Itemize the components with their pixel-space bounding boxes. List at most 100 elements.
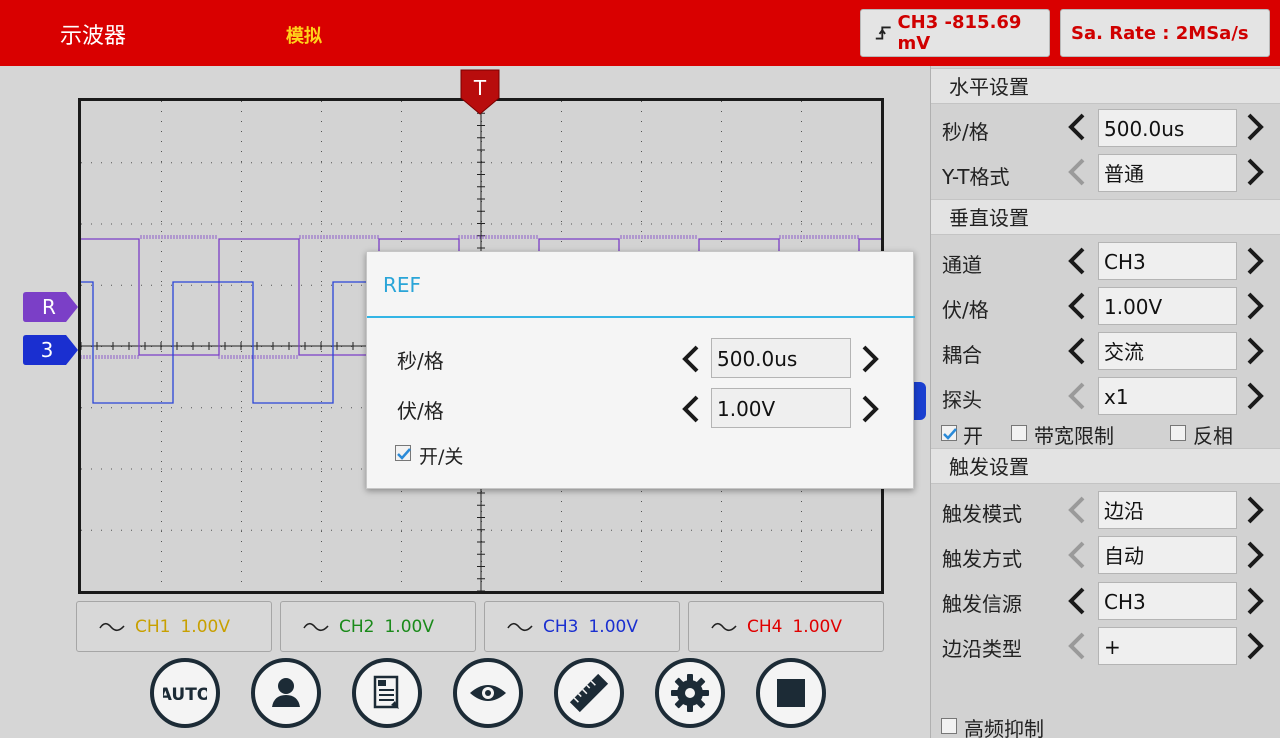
- ref-enable-checkbox[interactable]: [395, 445, 411, 461]
- invert-label: 反相: [1193, 424, 1233, 448]
- chevron-left-icon[interactable]: [1067, 496, 1087, 524]
- user-icon: [272, 678, 300, 707]
- coupling-value[interactable]: 交流: [1098, 332, 1237, 370]
- chevron-left-icon[interactable]: [1067, 113, 1087, 141]
- ch2-button[interactable]: CH2 1.00V: [280, 601, 476, 652]
- channel-on-label: 开: [963, 424, 983, 448]
- trigger-sweep-value[interactable]: 自动: [1098, 536, 1237, 574]
- ch1-name: CH1: [135, 616, 171, 637]
- ref-volt-div-value[interactable]: 1.00V: [711, 388, 851, 428]
- ch3-trigger-level-marker[interactable]: [912, 382, 926, 420]
- trigger-section-title: 触发设置: [931, 448, 1280, 484]
- top-bar: 示波器 模拟 CH3 -815.69 mV Sa. Rate : 2MSa/s: [0, 0, 1280, 66]
- trigger-sweep-label: 触发方式: [942, 547, 1022, 571]
- chevron-right-icon[interactable]: [860, 344, 880, 374]
- display-button[interactable]: [453, 658, 523, 728]
- ch1-scale: 1.00V: [180, 616, 230, 637]
- bandwidth-limit-checkbox[interactable]: [1011, 425, 1027, 441]
- chevron-right-icon[interactable]: [1245, 382, 1265, 410]
- dialog-title: REF: [383, 273, 422, 297]
- chevron-left-icon[interactable]: [1067, 247, 1087, 275]
- probe-value[interactable]: x1: [1098, 377, 1237, 415]
- trigger-readout-button[interactable]: CH3 -815.69 mV: [860, 9, 1050, 57]
- sine-wave-icon: [303, 622, 329, 631]
- hf-reject-checkbox[interactable]: [941, 718, 957, 734]
- gear-icon: [671, 674, 709, 712]
- chevron-right-icon[interactable]: [1245, 541, 1265, 569]
- channel-label: 通道: [942, 253, 982, 277]
- ref-sec-div-label: 秒/格: [397, 349, 444, 373]
- chevron-right-icon[interactable]: [1245, 292, 1265, 320]
- ch3-button[interactable]: CH3 1.00V: [484, 601, 680, 652]
- ch3-marker-label: 3: [41, 338, 54, 362]
- volt-div-label: 伏/格: [942, 298, 989, 322]
- chevron-right-icon[interactable]: [1245, 247, 1265, 275]
- trigger-marker-label: T: [473, 76, 487, 100]
- ref-volt-div-label: 伏/格: [397, 399, 444, 423]
- app-title: 示波器: [60, 24, 127, 49]
- trigger-mode-value[interactable]: 边沿: [1098, 491, 1237, 529]
- trigger-mode-label: 触发模式: [942, 502, 1022, 526]
- horizontal-section-title: 水平设置: [931, 68, 1280, 104]
- ref-dialog: REF 秒/格 500.0us 伏/格 1.00V 开/关: [366, 251, 915, 489]
- chevron-left-icon[interactable]: [1067, 292, 1087, 320]
- ch4-scale: 1.00V: [792, 616, 842, 637]
- ch4-button[interactable]: CH4 1.00V: [688, 601, 884, 652]
- edge-type-value[interactable]: +: [1098, 627, 1237, 665]
- mode-label[interactable]: 模拟: [286, 22, 322, 48]
- sample-rate-button[interactable]: Sa. Rate : 2MSa/s: [1060, 9, 1270, 57]
- chevron-left-icon[interactable]: [1067, 632, 1087, 660]
- ref-enable-label: 开/关: [419, 446, 464, 468]
- chevron-left-icon[interactable]: [1067, 158, 1087, 186]
- trigger-readout-text: CH3 -815.69 mV: [897, 12, 1022, 54]
- ch4-name: CH4: [747, 616, 783, 637]
- ch2-name: CH2: [339, 616, 375, 637]
- sine-wave-icon: [711, 622, 737, 631]
- ref-level-marker[interactable]: R: [22, 290, 80, 324]
- channel-on-checkbox[interactable]: [941, 425, 957, 441]
- probe-label: 探头: [942, 388, 982, 412]
- rising-edge-icon: [875, 26, 891, 40]
- ref-sec-div-value[interactable]: 500.0us: [711, 338, 851, 378]
- volt-div-value[interactable]: 1.00V: [1098, 287, 1237, 325]
- bandwidth-limit-label: 带宽限制: [1034, 424, 1114, 448]
- ch1-button[interactable]: CH1 1.00V: [76, 601, 272, 652]
- chevron-right-icon[interactable]: [1245, 587, 1265, 615]
- chevron-right-icon[interactable]: [860, 394, 880, 424]
- document-button[interactable]: [352, 658, 422, 728]
- chevron-left-icon[interactable]: [1067, 587, 1087, 615]
- measure-button[interactable]: [554, 658, 624, 728]
- chevron-left-icon[interactable]: [681, 394, 701, 424]
- chevron-right-icon[interactable]: [1245, 158, 1265, 186]
- trigger-position-marker[interactable]: T: [458, 68, 502, 116]
- invert-checkbox[interactable]: [1170, 425, 1186, 441]
- chevron-left-icon[interactable]: [1067, 337, 1087, 365]
- hf-reject-label: 高频抑制: [964, 717, 1044, 738]
- ch3-level-marker[interactable]: 3: [22, 333, 80, 367]
- edge-type-label: 边沿类型: [942, 637, 1022, 661]
- chevron-right-icon[interactable]: [1245, 113, 1265, 141]
- chevron-right-icon[interactable]: [1245, 632, 1265, 660]
- chevron-left-icon[interactable]: [1067, 382, 1087, 410]
- ch2-scale: 1.00V: [384, 616, 434, 637]
- ch3-scale: 1.00V: [588, 616, 638, 637]
- vertical-section-title: 垂直设置: [931, 199, 1280, 235]
- user-button[interactable]: [251, 658, 321, 728]
- stop-button[interactable]: [756, 658, 826, 728]
- document-icon: [373, 675, 399, 709]
- dialog-divider: [367, 316, 915, 318]
- chevron-left-icon[interactable]: [1067, 541, 1087, 569]
- ruler-icon: [569, 673, 609, 713]
- sec-div-value[interactable]: 500.0us: [1098, 109, 1237, 147]
- chevron-right-icon[interactable]: [1245, 496, 1265, 524]
- channel-value[interactable]: CH3: [1098, 242, 1237, 280]
- settings-panel: 水平设置 秒/格 500.0us Y-T格式 普通 垂直设置 通道 CH3 伏/…: [930, 66, 1280, 738]
- settings-button[interactable]: [655, 658, 725, 728]
- yt-format-value[interactable]: 普通: [1098, 154, 1237, 192]
- chevron-left-icon[interactable]: [681, 344, 701, 374]
- trigger-source-value[interactable]: CH3: [1098, 582, 1237, 620]
- auto-button[interactable]: AUTO: [150, 658, 220, 728]
- ch3-name: CH3: [543, 616, 579, 637]
- eye-icon: [470, 685, 506, 701]
- chevron-right-icon[interactable]: [1245, 337, 1265, 365]
